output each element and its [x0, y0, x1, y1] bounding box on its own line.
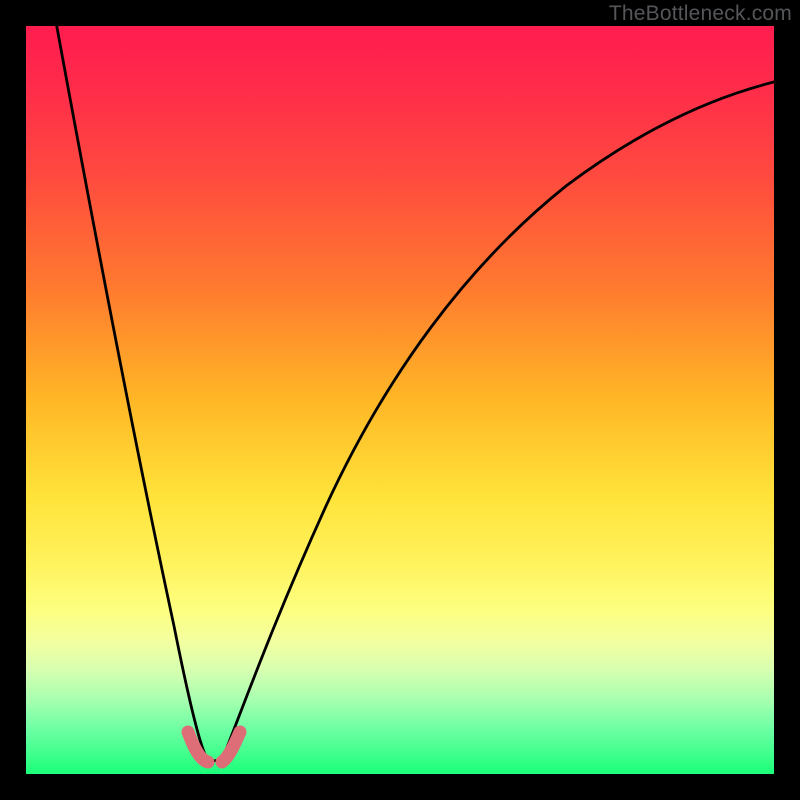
- watermark-text: TheBottleneck.com: [609, 2, 792, 26]
- curve-right-branch: [204, 81, 774, 761]
- optimum-highlight: [188, 732, 240, 762]
- chart-plot-area: [26, 26, 774, 774]
- bottleneck-curve-svg: [26, 26, 774, 774]
- curve-left-branch: [56, 26, 204, 752]
